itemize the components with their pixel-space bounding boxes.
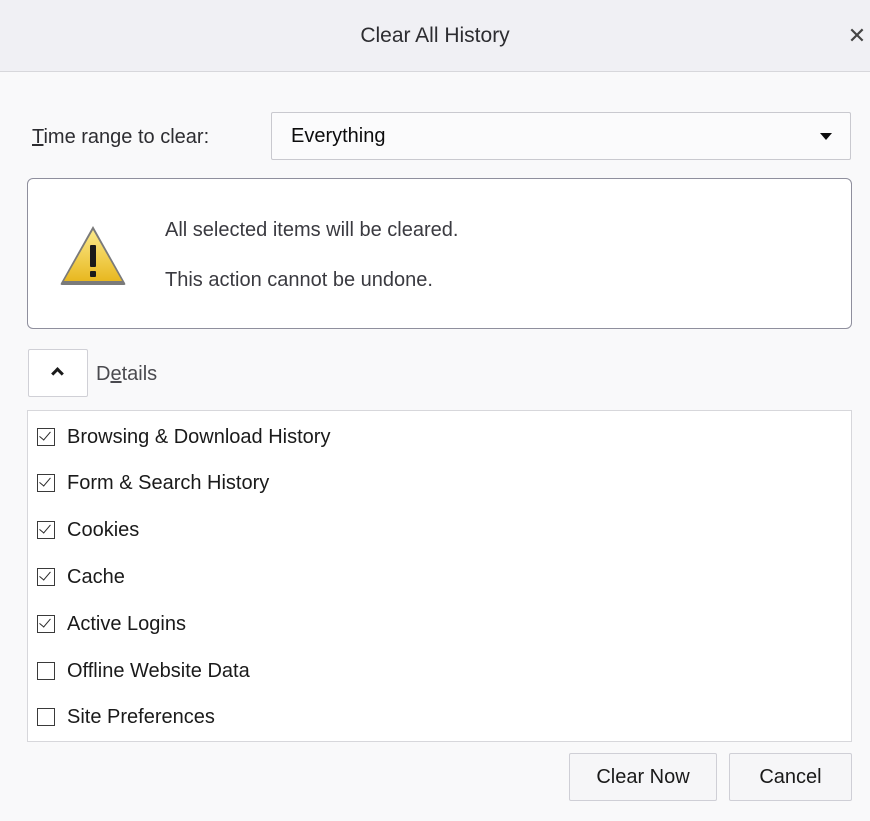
- item-site-preferences[interactable]: Site Preferences: [37, 701, 215, 733]
- details-toggle-button[interactable]: [28, 349, 88, 397]
- chevron-up-icon: [51, 367, 64, 380]
- warning-triangle-icon: [60, 226, 126, 285]
- item-cookies[interactable]: Cookies: [37, 514, 139, 546]
- details-access-key: e: [110, 363, 122, 385]
- clear-now-button[interactable]: Clear Now: [569, 753, 717, 801]
- item-label: Cache: [67, 565, 125, 588]
- checkbox[interactable]: [37, 474, 55, 492]
- time-range-label-text: ime range to clear:: [43, 126, 210, 148]
- checkbox[interactable]: [37, 428, 55, 446]
- time-range-label: Time range to clear:: [32, 112, 209, 162]
- item-offline-website-data[interactable]: Offline Website Data: [37, 655, 250, 687]
- item-cache[interactable]: Cache: [37, 561, 125, 593]
- item-label: Site Preferences: [67, 705, 215, 728]
- checkbox[interactable]: [37, 662, 55, 680]
- warning-text-line2: This action cannot be undone.: [165, 269, 433, 291]
- cancel-button[interactable]: Cancel: [729, 753, 852, 801]
- chevron-down-icon: [820, 133, 832, 140]
- time-range-select[interactable]: Everything: [271, 112, 851, 160]
- item-browsing-download-history[interactable]: Browsing & Download History: [37, 421, 330, 453]
- item-label: Cookies: [67, 518, 140, 541]
- checkbox[interactable]: [37, 708, 55, 726]
- time-range-access-key: T: [32, 126, 44, 148]
- time-range-row: Time range to clear: Everything: [32, 112, 852, 160]
- item-form-search-history[interactable]: Form & Search History: [37, 467, 269, 499]
- checkbox[interactable]: [37, 521, 55, 539]
- details-label-end: tails: [121, 363, 158, 385]
- history-items-list: Browsing & Download History Form & Searc…: [27, 410, 852, 742]
- checkbox[interactable]: [37, 568, 55, 586]
- time-range-value: Everything: [291, 125, 386, 147]
- close-button[interactable]: ✕: [846, 18, 868, 54]
- item-active-logins[interactable]: Active Logins: [37, 608, 186, 640]
- item-label: Active Logins: [67, 612, 186, 635]
- warning-box: All selected items will be cleared. This…: [27, 178, 852, 329]
- details-label[interactable]: Details: [96, 349, 157, 399]
- item-label: Form & Search History: [67, 471, 270, 494]
- clear-history-dialog: Clear All History ✕ Time range to clear:…: [0, 0, 870, 821]
- dialog-titlebar: Clear All History ✕: [0, 0, 870, 72]
- item-label: Browsing & Download History: [67, 425, 331, 448]
- dialog-title: Clear All History: [360, 24, 510, 47]
- checkbox[interactable]: [37, 615, 55, 633]
- item-label: Offline Website Data: [67, 659, 250, 682]
- warning-text-line1: All selected items will be cleared.: [165, 219, 459, 241]
- close-icon: ✕: [847, 23, 867, 48]
- details-label-start: D: [96, 363, 111, 385]
